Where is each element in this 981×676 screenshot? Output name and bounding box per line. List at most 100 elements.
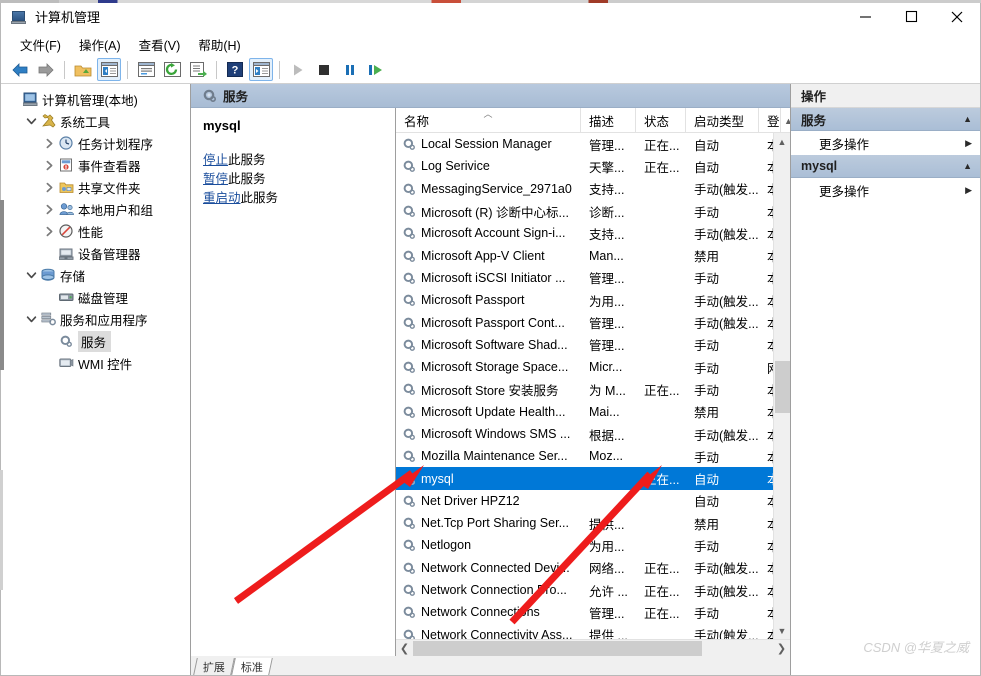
- tree-node-2[interactable]: 任务计划程序: [1, 132, 190, 154]
- restart-service-icon[interactable]: [364, 58, 388, 81]
- services-list-header[interactable]: 名称︿描述状态启动类型登▲: [396, 108, 790, 133]
- help-icon[interactable]: ?: [223, 58, 247, 81]
- scroll-left-icon[interactable]: ❮: [396, 640, 413, 657]
- properties-icon[interactable]: [134, 58, 158, 81]
- tree-node-8[interactable]: 存储: [1, 264, 190, 286]
- service-row[interactable]: Microsoft Account Sign-i...支持...手动(触发...…: [396, 222, 790, 244]
- menu-help[interactable]: 帮助(H): [189, 33, 249, 56]
- tree-node-6[interactable]: 性能: [1, 220, 190, 242]
- service-row[interactable]: Microsoft Store 安装服务为 M...正在...手动本: [396, 378, 790, 400]
- service-row[interactable]: Local Session Manager管理...正在...自动本: [396, 133, 790, 155]
- menu-action[interactable]: 操作(A): [70, 33, 130, 56]
- service-row[interactable]: Network Connected Devi...网络...正在...手动(触发…: [396, 557, 790, 579]
- list-vertical-scrollbar[interactable]: ▲ ▼: [773, 133, 790, 639]
- vertical-scroll-thumb[interactable]: [775, 361, 790, 413]
- service-row[interactable]: Microsoft Update Health...Mai...禁用本: [396, 401, 790, 423]
- chevron-up-icon[interactable]: ▲: [963, 161, 972, 171]
- scroll-right-icon[interactable]: ❯: [773, 640, 790, 657]
- tree-node-5[interactable]: 本地用户和组: [1, 198, 190, 220]
- show-hide-action-pane-icon[interactable]: [249, 58, 273, 81]
- service-row-selected[interactable]: mysql正在...自动本: [396, 467, 790, 489]
- service-startup-cell: 手动(触发...: [686, 558, 759, 577]
- service-row[interactable]: Network Connection Bro...允许 ...正在...手动(触…: [396, 579, 790, 601]
- chevron-down-icon[interactable]: [23, 267, 39, 283]
- list-horizontal-scrollbar[interactable]: ❮ ❯: [396, 639, 790, 656]
- tree-node-9[interactable]: 磁盘管理: [1, 286, 190, 308]
- service-row[interactable]: Network Connections管理...正在...手动本: [396, 601, 790, 623]
- column-header-1[interactable]: 描述: [581, 108, 636, 133]
- service-row[interactable]: Microsoft Software Shad...管理...手动本: [396, 334, 790, 356]
- service-row[interactable]: Mozilla Maintenance Ser...Moz...手动本: [396, 445, 790, 467]
- minimize-button[interactable]: [842, 1, 888, 32]
- chevron-right-icon[interactable]: [41, 201, 57, 217]
- show-hide-tree-icon[interactable]: [97, 58, 121, 81]
- tree-node-7[interactable]: 设备管理器: [1, 242, 190, 264]
- tree-node-12[interactable]: WMI 控件: [1, 352, 190, 374]
- tree-node-label: 磁盘管理: [78, 288, 132, 307]
- up-folder-icon[interactable]: [71, 58, 95, 81]
- tree-node-10[interactable]: 服务和应用程序: [1, 308, 190, 330]
- actions-group-services[interactable]: 服务▲: [791, 108, 980, 131]
- tab-extended[interactable]: 扩展: [193, 658, 235, 675]
- pause-service-icon[interactable]: [338, 58, 362, 81]
- more-actions-services[interactable]: 更多操作▶: [791, 131, 980, 155]
- scroll-down-icon[interactable]: ▼: [774, 622, 791, 639]
- back-icon[interactable]: [8, 58, 32, 81]
- column-header-4[interactable]: 登: [759, 108, 781, 133]
- console-tree[interactable]: 计算机管理(本地)系统工具任务计划程序事件查看器共享文件夹本地用户和组性能设备管…: [1, 84, 191, 675]
- horizontal-scroll-thumb[interactable]: [413, 641, 702, 656]
- service-row[interactable]: Microsoft iSCSI Initiator ...管理...手动本: [396, 267, 790, 289]
- chevron-right-icon[interactable]: [41, 179, 57, 195]
- chevron-right-icon[interactable]: [41, 157, 57, 173]
- services-list-body[interactable]: Local Session Manager管理...正在...自动本Log Se…: [396, 133, 790, 639]
- restart-service-link-anchor[interactable]: 重启动: [203, 191, 241, 205]
- service-row[interactable]: Microsoft Passport为用...手动(触发...本: [396, 289, 790, 311]
- actions-group-mysql[interactable]: mysql▲: [791, 155, 980, 178]
- service-row[interactable]: Netlogon为用...手动本: [396, 534, 790, 556]
- stop-service-icon[interactable]: [312, 58, 336, 81]
- maximize-button[interactable]: [888, 1, 934, 32]
- service-name-label: Microsoft Update Health...: [421, 405, 566, 419]
- menu-file[interactable]: 文件(F): [11, 33, 70, 56]
- tree-node-0[interactable]: 计算机管理(本地): [1, 88, 190, 110]
- tree-node-1[interactable]: 系统工具: [1, 110, 190, 132]
- chevron-down-icon[interactable]: [23, 113, 39, 129]
- chevron-down-icon[interactable]: [23, 311, 39, 327]
- close-button[interactable]: [934, 1, 980, 32]
- service-row[interactable]: Net.Tcp Port Sharing Ser...提供...禁用本: [396, 512, 790, 534]
- export-list-icon[interactable]: [186, 58, 210, 81]
- view-tabs[interactable]: 扩展标准: [191, 656, 790, 675]
- service-row[interactable]: Microsoft Windows SMS ...根据...手动(触发...本: [396, 423, 790, 445]
- column-header-2[interactable]: 状态: [636, 108, 686, 133]
- chevron-up-icon[interactable]: ▲: [963, 114, 972, 124]
- pause-service-link[interactable]: 暂停此服务: [203, 170, 395, 189]
- refresh-icon[interactable]: [160, 58, 184, 81]
- tab-standard[interactable]: 标准: [231, 658, 273, 675]
- column-header-0[interactable]: 名称︿: [396, 108, 581, 133]
- restart-service-link[interactable]: 重启动此服务: [203, 189, 395, 208]
- service-row[interactable]: Net Driver HPZ12自动本: [396, 490, 790, 512]
- service-row[interactable]: Microsoft App-V ClientMan...禁用本: [396, 244, 790, 266]
- forward-icon[interactable]: [34, 58, 58, 81]
- service-row[interactable]: Microsoft Storage Space...Micr...手动网: [396, 356, 790, 378]
- stop-service-link-anchor[interactable]: 停止: [203, 153, 228, 167]
- pause-service-link-anchor[interactable]: 暂停: [203, 172, 228, 186]
- chevron-right-icon[interactable]: [41, 223, 57, 239]
- column-header-3[interactable]: 启动类型: [686, 108, 759, 133]
- gear-icon: [401, 359, 417, 375]
- tree-node-11[interactable]: 服务: [1, 330, 190, 352]
- chevron-right-icon[interactable]: [41, 135, 57, 151]
- service-row[interactable]: MessagingService_2971a0支持...手动(触发...本: [396, 178, 790, 200]
- more-actions-mysql[interactable]: 更多操作▶: [791, 178, 980, 202]
- scroll-up-icon[interactable]: ▲: [774, 133, 791, 150]
- stop-service-link[interactable]: 停止此服务: [203, 151, 395, 170]
- tree-node-3[interactable]: 事件查看器: [1, 154, 190, 176]
- service-row[interactable]: Network Connectivity Ass...提供 ...手动(触发..…: [396, 624, 790, 639]
- service-row[interactable]: Log Serivice天擎...正在...自动本: [396, 155, 790, 177]
- service-row[interactable]: Microsoft Passport Cont...管理...手动(触发...本: [396, 311, 790, 333]
- tree-node-4[interactable]: 共享文件夹: [1, 176, 190, 198]
- service-name-cell: Network Connected Devi...: [396, 560, 581, 576]
- menu-view[interactable]: 查看(V): [130, 33, 190, 56]
- services-list[interactable]: 名称︿描述状态启动类型登▲ Local Session Manager管理...…: [396, 108, 790, 656]
- service-row[interactable]: Microsoft (R) 诊断中心标...诊断...手动本: [396, 200, 790, 222]
